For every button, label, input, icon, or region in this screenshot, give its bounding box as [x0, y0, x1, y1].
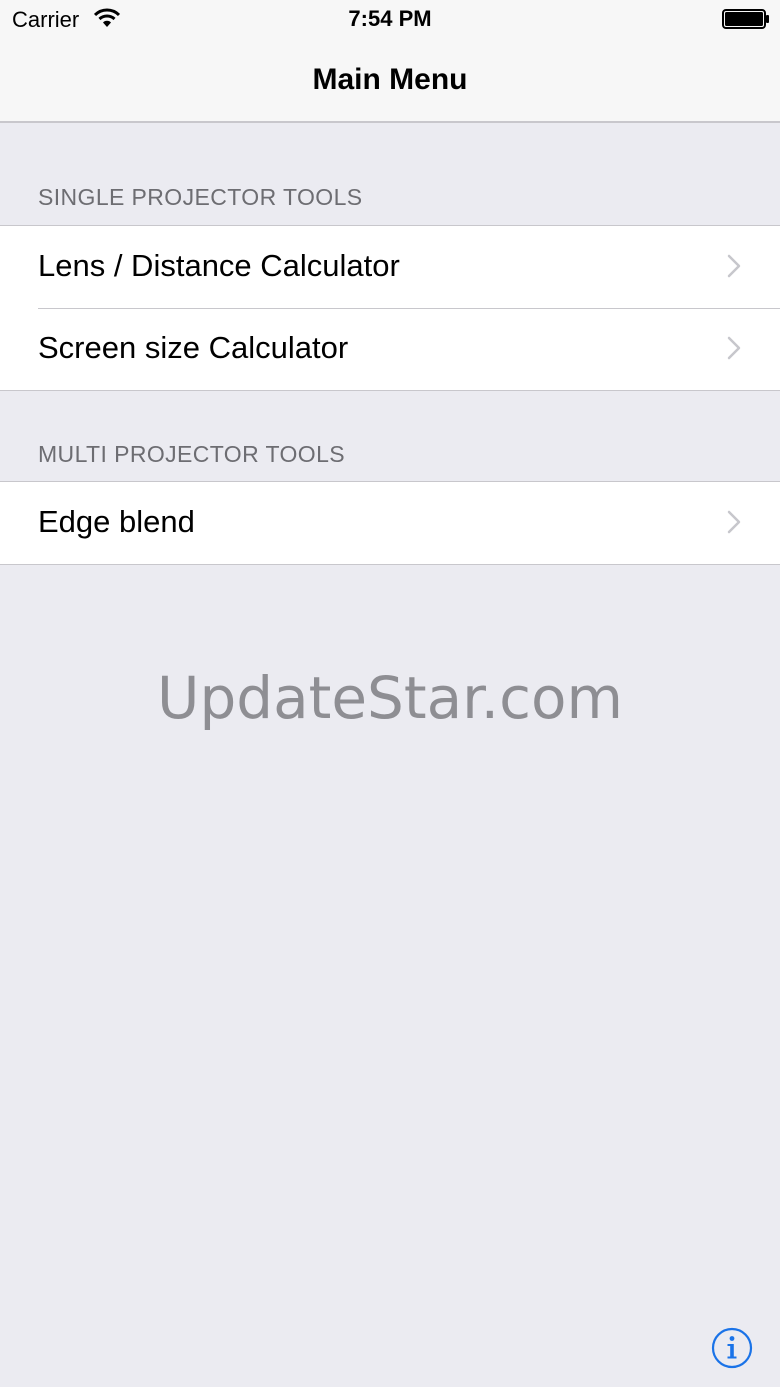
battery-icon: [722, 9, 769, 29]
menu-item-label: Screen size Calculator: [38, 330, 349, 365]
multi-projector-tools-list: Edge blend: [0, 481, 780, 565]
status-bar: Carrier 7:54 PM: [0, 0, 780, 40]
chevron-right-icon: [727, 510, 741, 534]
menu-item-edge-blend[interactable]: Edge blend: [0, 482, 780, 564]
single-projector-tools-list: Lens / Distance Calculator Screen size C…: [0, 225, 780, 391]
status-time: 7:54 PM: [348, 6, 432, 31]
menu-item-label: Edge blend: [38, 504, 195, 539]
page-title: Main Menu: [312, 63, 468, 96]
section-header-multi-projector: MULTI PROJECTOR TOOLS: [38, 441, 346, 467]
chevron-right-icon: [727, 336, 741, 360]
chevron-right-icon: [727, 254, 741, 278]
info-icon[interactable]: [711, 1327, 753, 1369]
menu-item-label: Lens / Distance Calculator: [38, 248, 400, 283]
navigation-bar: Main Menu: [0, 40, 780, 123]
menu-item-screen-size-calculator[interactable]: Screen size Calculator: [0, 308, 780, 390]
section-header-single-projector: SINGLE PROJECTOR TOOLS: [38, 184, 363, 210]
menu-item-lens-distance-calculator[interactable]: Lens / Distance Calculator: [0, 226, 780, 308]
watermark-text: UpdateStar.com: [157, 664, 623, 732]
